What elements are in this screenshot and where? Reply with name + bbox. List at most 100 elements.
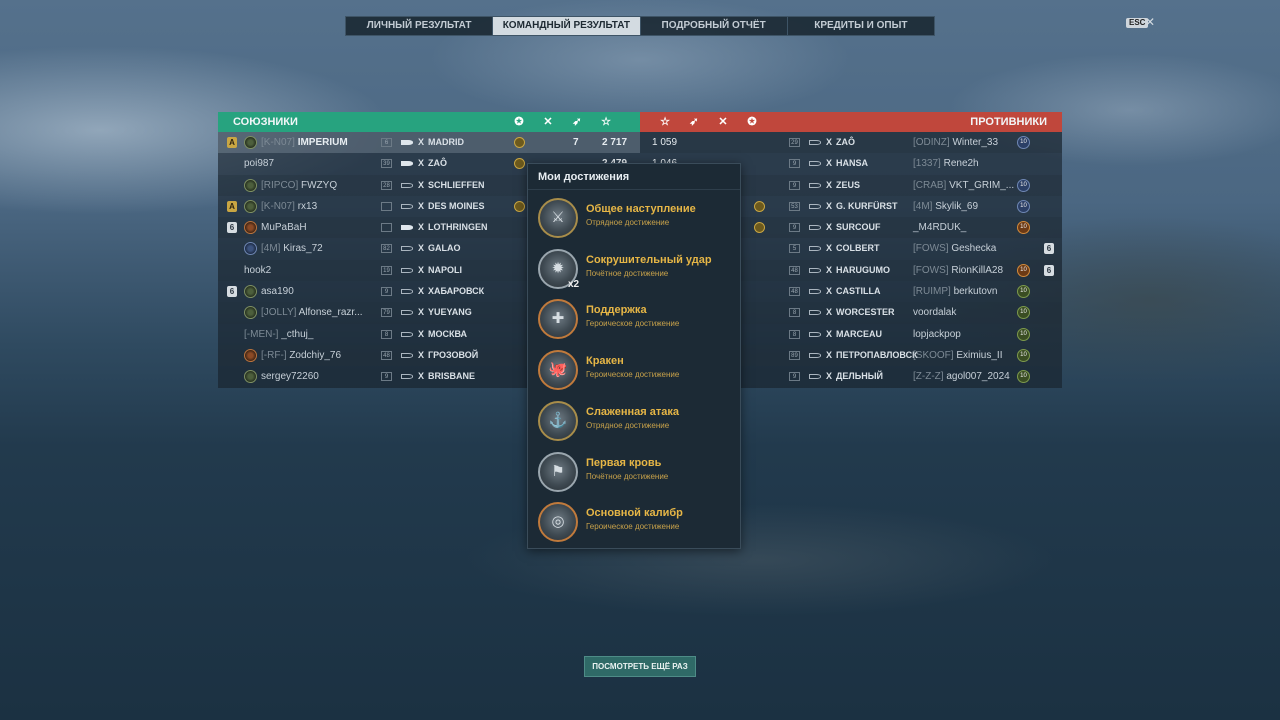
planes-column-icon: ➶ <box>572 116 582 128</box>
frags-value: 7 <box>573 137 579 148</box>
achievement-item[interactable]: ✚ Поддержка Героическое достижение <box>538 299 738 343</box>
division-badge: 6 <box>1044 264 1054 276</box>
tab-personal-result[interactable]: ЛИЧНЫЙ РЕЗУЛЬТАТ <box>346 17 494 35</box>
achievement-item[interactable]: 🐙 Кракен Героическое достижение <box>538 350 738 394</box>
division-badge: A <box>227 200 237 212</box>
player-level-box <box>381 201 392 211</box>
allies-column-icons: ✪ ✕ ➶ ☆ <box>512 115 628 129</box>
ship-class-icon <box>401 289 413 295</box>
achievement-name: Поддержка <box>586 304 647 317</box>
player-name[interactable]: hook2 <box>244 260 271 281</box>
ship-class-icon <box>401 374 413 380</box>
player-name[interactable]: [K-N07] rx13 <box>261 196 317 217</box>
ship-name-text: G. KURFÜRST <box>836 200 898 211</box>
ship-name: X G. KURFÜRST <box>826 196 898 217</box>
achievement-item[interactable]: ◎ Основной калибр Героическое достижение <box>538 502 738 546</box>
achievement-item[interactable]: ⚓ Слаженная атака Отрядное достижение <box>538 400 738 445</box>
ship-tier: X <box>418 137 425 147</box>
player-level-box: 48 <box>789 265 800 275</box>
player-level-box: 9 <box>789 159 800 169</box>
player-name[interactable]: [-RF-] Zodchiy_76 <box>261 345 341 366</box>
ship-name-text: COLBERT <box>836 243 880 254</box>
account-level-icon: 10 <box>1017 306 1030 320</box>
player-name[interactable]: [4M] Kiras_72 <box>261 238 323 259</box>
table-row[interactable]: A [K-N07] IMPERIUM 6 X MADRID 7 2 717 <box>218 132 640 154</box>
ship-name: X МОСКВА <box>418 324 467 345</box>
achievements-title: Мои достижения <box>528 164 740 190</box>
ship-tier: X <box>418 179 425 190</box>
allies-title: СОЮЗНИКИ <box>233 116 298 128</box>
close-icon[interactable]: ✕ <box>1145 15 1155 29</box>
account-level-icon: 10 <box>1017 348 1030 362</box>
player-name[interactable]: asa190 <box>261 281 294 302</box>
player-name[interactable]: _M4RDUK_ <box>913 217 966 238</box>
ship-name: X WORCESTER <box>826 302 895 323</box>
clan-tag: [-MEN-] <box>244 328 282 340</box>
achievement-name: Первая кровь <box>586 456 662 469</box>
achievement-type: Почётное достижение <box>586 471 669 481</box>
ship-class-icon <box>809 310 821 316</box>
player-name[interactable]: [Z-Z-Z] agol007_2024 <box>913 366 1010 387</box>
player-nickname: agol007_2024 <box>946 371 1010 383</box>
player-name[interactable]: [FOWS] Geshecka <box>913 238 996 259</box>
replay-button[interactable]: ПОСМОТРЕТЬ ЕЩЁ РАЗ <box>584 656 696 677</box>
player-level-box: 82 <box>381 244 392 254</box>
player-name[interactable]: [SKOOF] Eximius_II <box>913 345 1002 366</box>
player-name[interactable]: [-MEN-] _cthuj_ <box>244 324 313 345</box>
achievement-type: Отрядное достижение <box>586 420 670 430</box>
achievement-type: Героическое достижение <box>586 522 680 532</box>
ship-tier: X <box>826 179 833 190</box>
ship-name-text: MADRID <box>428 137 465 147</box>
player-name[interactable]: [JOLLY] Alfonse_razr... <box>261 302 363 323</box>
player-name[interactable]: voordalak <box>913 302 956 323</box>
player-name[interactable]: [ODINZ] Winter_33 <box>913 132 998 153</box>
clan-tag: [FOWS] <box>913 264 952 276</box>
ship-tier: X <box>826 264 833 275</box>
player-level-box: 8 <box>789 329 800 339</box>
player-nickname: Alfonse_razr... <box>298 307 363 319</box>
division-badge: A <box>227 137 237 148</box>
player-name[interactable]: [1337] Rene2h <box>913 153 979 174</box>
ship-class-icon <box>401 352 413 358</box>
player-level-box: 89 <box>789 350 800 360</box>
ship-tier: X <box>826 243 833 254</box>
ship-name-text: GALAO <box>428 243 461 254</box>
ship-name: X COLBERT <box>826 238 880 259</box>
tab-team-result[interactable]: КОМАНДНЫЙ РЕЗУЛЬТАТ <box>493 17 641 35</box>
player-name[interactable]: sergey72260 <box>261 366 319 387</box>
player-name[interactable]: [4M] Skylik_69 <box>913 196 978 217</box>
avatar <box>244 178 257 192</box>
table-row[interactable]: 1 059 29 X ZAÔ [ODINZ] Winter_33 10 <box>640 132 1062 154</box>
player-level-box: 53 <box>789 201 800 211</box>
player-name[interactable]: [FOWS] RionKillA28 <box>913 260 1003 281</box>
player-name[interactable]: [RUIMP] berkutovn <box>913 281 997 302</box>
achievement-item[interactable]: ✹ x2 Сокрушительный удар Почётное достижени… <box>538 248 738 293</box>
ship-name-text: ХАБАРОВСК <box>428 286 485 297</box>
ship-class-icon <box>401 182 413 188</box>
tab-detailed-report[interactable]: ПОДРОБНЫЙ ОТЧЁТ <box>641 17 788 35</box>
achievement-item[interactable]: ⚔ Общее наступление Отрядное достижение <box>538 198 738 242</box>
tab-credits-and-xp[interactable]: КРЕДИТЫ И ОПЫТ <box>788 17 934 35</box>
player-level-box: 48 <box>789 287 800 297</box>
player-name[interactable]: lopjackpop <box>913 324 961 345</box>
player-name[interactable]: poi987 <box>244 153 274 174</box>
player-nickname: lopjackpop <box>913 328 961 340</box>
ship-name: X ZAÔ <box>418 153 447 174</box>
player-level-box: 8 <box>789 308 800 318</box>
ship-class-icon <box>401 203 413 209</box>
player-nickname: Kiras_72 <box>283 243 323 255</box>
clan-tag: [-RF-] <box>261 349 290 361</box>
player-name[interactable]: [CRAB] VKT_GRIM_... <box>913 175 1014 196</box>
planes-column-icon: ➶ <box>689 116 699 128</box>
account-level-icon: 10 <box>1017 136 1030 149</box>
player-name[interactable]: [RIPCO] FWZYQ <box>261 175 337 196</box>
player-name[interactable]: [K-N07] IMPERIUM <box>261 132 348 153</box>
player-level-box: 19 <box>381 265 392 275</box>
ship-tier: X <box>418 264 425 275</box>
rank-column-icon: ✪ <box>514 116 524 128</box>
player-level-box: 28 <box>381 180 392 190</box>
clan-tag: [SKOOF] <box>913 349 957 361</box>
achievement-item[interactable]: ⚑ Первая кровь Почётное достижение <box>538 451 738 496</box>
player-name[interactable]: MuPaBaH <box>261 217 307 238</box>
clan-tag: [Z-Z-Z] <box>913 371 947 383</box>
